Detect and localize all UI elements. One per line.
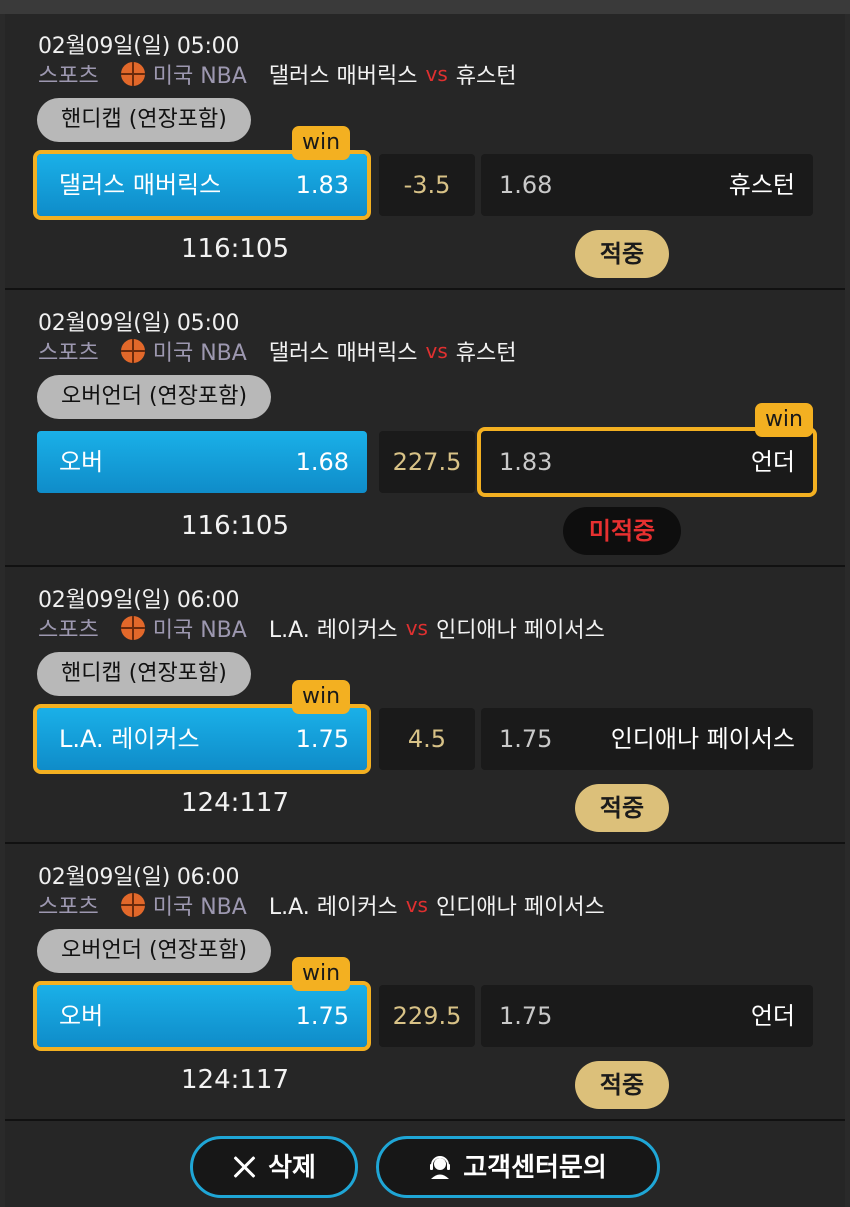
customer-service-icon [430,1156,451,1179]
home-selection[interactable]: 오버 1.75 win [33,957,371,1051]
league-label: 미국 NBA [152,618,247,643]
basketball-icon [120,616,145,640]
home-team-name: L.A. 레이커스 [268,618,398,643]
bet-history-screen: 02월09일(일) 05:00 스포츠 미국 NBA 댈러스 매버릭스 vs 휴… [0,0,850,1207]
home-selection[interactable]: 댈러스 매버릭스 1.83 win [33,126,371,220]
handicap-line: 4.5 [407,725,447,753]
match-datetime: 02월09일(일) 05:00 [38,34,240,59]
vs-label: vs [405,616,428,640]
bet-row: 댈러스 매버릭스 1.83 win -3.5 1.68 휴스턴 [33,126,813,220]
delete-button-label: 삭제 [268,1152,316,1182]
away-selection[interactable]: 1.75 언더 [481,985,813,1047]
sport-label: 스포츠 [38,64,99,89]
result-badge: 적중 [575,1061,669,1109]
league-label: 미국 NBA [152,895,247,920]
away-odds: 1.75 [499,725,553,753]
action-bar: 삭제 고객센터문의 [0,1120,850,1207]
final-score: 124:117 [181,788,290,818]
away-selection-label: 인디애나 페이서스 [610,725,795,753]
basketball-icon [120,893,145,917]
home-selection-label: L.A. 레이커스 [59,725,200,753]
win-badge: win [292,680,351,714]
line-cell: 229.5 [379,985,475,1047]
top-bar [0,0,850,14]
bet-row: 오버 1.68 227.5 1.83 언더 win [37,403,817,497]
handicap-line: -3.5 [403,171,451,199]
line-cell: -3.5 [379,154,475,216]
league-label: 미국 NBA [152,64,247,89]
away-team-name: 인디애나 페이서스 [435,895,605,920]
total-line: 229.5 [392,1002,462,1030]
basketball-icon [120,339,145,363]
home-selection[interactable]: L.A. 레이커스 1.75 win [33,680,371,774]
home-odds: 1.75 [295,725,349,753]
match-datetime: 02월09일(일) 06:00 [38,588,240,613]
line-cell: 227.5 [379,431,475,493]
away-selection[interactable]: 1.68 휴스턴 [481,154,813,216]
market-type-badge: 오버언더 (연장포함) [37,375,272,419]
match-info: 스포츠 미국 NBA 댈러스 매버릭스 vs 휴스턴 [38,335,517,367]
away-odds: 1.83 [499,448,553,476]
match-info: 스포츠 미국 NBA L.A. 레이커스 vs 인디애나 페이서스 [38,889,605,921]
customer-service-button[interactable]: 고객센터문의 [376,1136,660,1198]
home-team-name: L.A. 레이커스 [268,895,398,920]
home-odds: 1.83 [295,171,349,199]
away-selection-label: 언더 [750,448,795,476]
sport-label: 스포츠 [38,341,99,366]
market-type-badge: 핸디캡 (연장포함) [37,98,251,142]
win-badge: win [754,403,813,437]
result-badge: 미적중 [563,507,681,555]
market-type-badge: 오버언더 (연장포함) [37,929,272,973]
home-selection-label: 오버 [59,1002,104,1030]
vs-label: vs [425,62,448,86]
away-selection-label: 휴스턴 [728,171,795,199]
total-line: 227.5 [392,448,462,476]
home-selection[interactable]: 오버 1.68 [37,431,367,493]
home-team-name: 댈러스 매버릭스 [268,64,418,89]
basketball-icon [120,62,145,86]
market-type-badge: 핸디캡 (연장포함) [37,652,251,696]
away-selection-label: 언더 [750,1002,795,1030]
home-selection-label: 댈러스 매버릭스 [59,171,222,199]
final-score: 116:105 [181,511,290,541]
bet-slip: 02월09일(일) 06:00 스포츠 미국 NBA L.A. 레이커스 vs … [5,845,845,1121]
away-odds: 1.75 [499,1002,553,1030]
bet-slip: 02월09일(일) 05:00 스포츠 미국 NBA 댈러스 매버릭스 vs 휴… [5,291,845,567]
home-odds: 1.68 [295,448,349,476]
match-datetime: 02월09일(일) 06:00 [38,865,240,890]
delete-button[interactable]: 삭제 [190,1136,358,1198]
away-selection[interactable]: 1.83 언더 win [477,403,817,497]
vs-label: vs [425,339,448,363]
away-selection[interactable]: 1.75 인디애나 페이서스 [481,708,813,770]
match-info: 스포츠 미국 NBA 댈러스 매버릭스 vs 휴스턴 [38,58,517,90]
final-score: 124:117 [181,1065,290,1095]
league-label: 미국 NBA [152,341,247,366]
match-datetime: 02월09일(일) 05:00 [38,311,240,336]
result-badge: 적중 [575,230,669,278]
home-odds: 1.75 [295,1002,349,1030]
final-score: 116:105 [181,234,290,264]
bet-row: L.A. 레이커스 1.75 win 4.5 1.75 인디애나 페이서스 [33,680,813,774]
line-cell: 4.5 [379,708,475,770]
bet-row: 오버 1.75 win 229.5 1.75 언더 [33,957,813,1051]
match-info: 스포츠 미국 NBA L.A. 레이커스 vs 인디애나 페이서스 [38,612,605,644]
sport-label: 스포츠 [38,618,99,643]
bet-slip: 02월09일(일) 05:00 스포츠 미국 NBA 댈러스 매버릭스 vs 휴… [5,14,845,290]
home-team-name: 댈러스 매버릭스 [268,341,418,366]
away-team-name: 휴스턴 [455,64,517,89]
win-badge: win [292,126,351,160]
result-badge: 적중 [575,784,669,832]
bet-slip: 02월09일(일) 06:00 스포츠 미국 NBA L.A. 레이커스 vs … [5,568,845,844]
close-icon [232,1155,256,1179]
home-selection-label: 오버 [59,448,104,476]
away-team-name: 휴스턴 [455,341,517,366]
away-odds: 1.68 [499,171,553,199]
vs-label: vs [405,893,428,917]
away-team-name: 인디애나 페이서스 [435,618,605,643]
sport-label: 스포츠 [38,895,99,920]
win-badge: win [292,957,351,991]
customer-service-button-label: 고객센터문의 [463,1152,607,1182]
